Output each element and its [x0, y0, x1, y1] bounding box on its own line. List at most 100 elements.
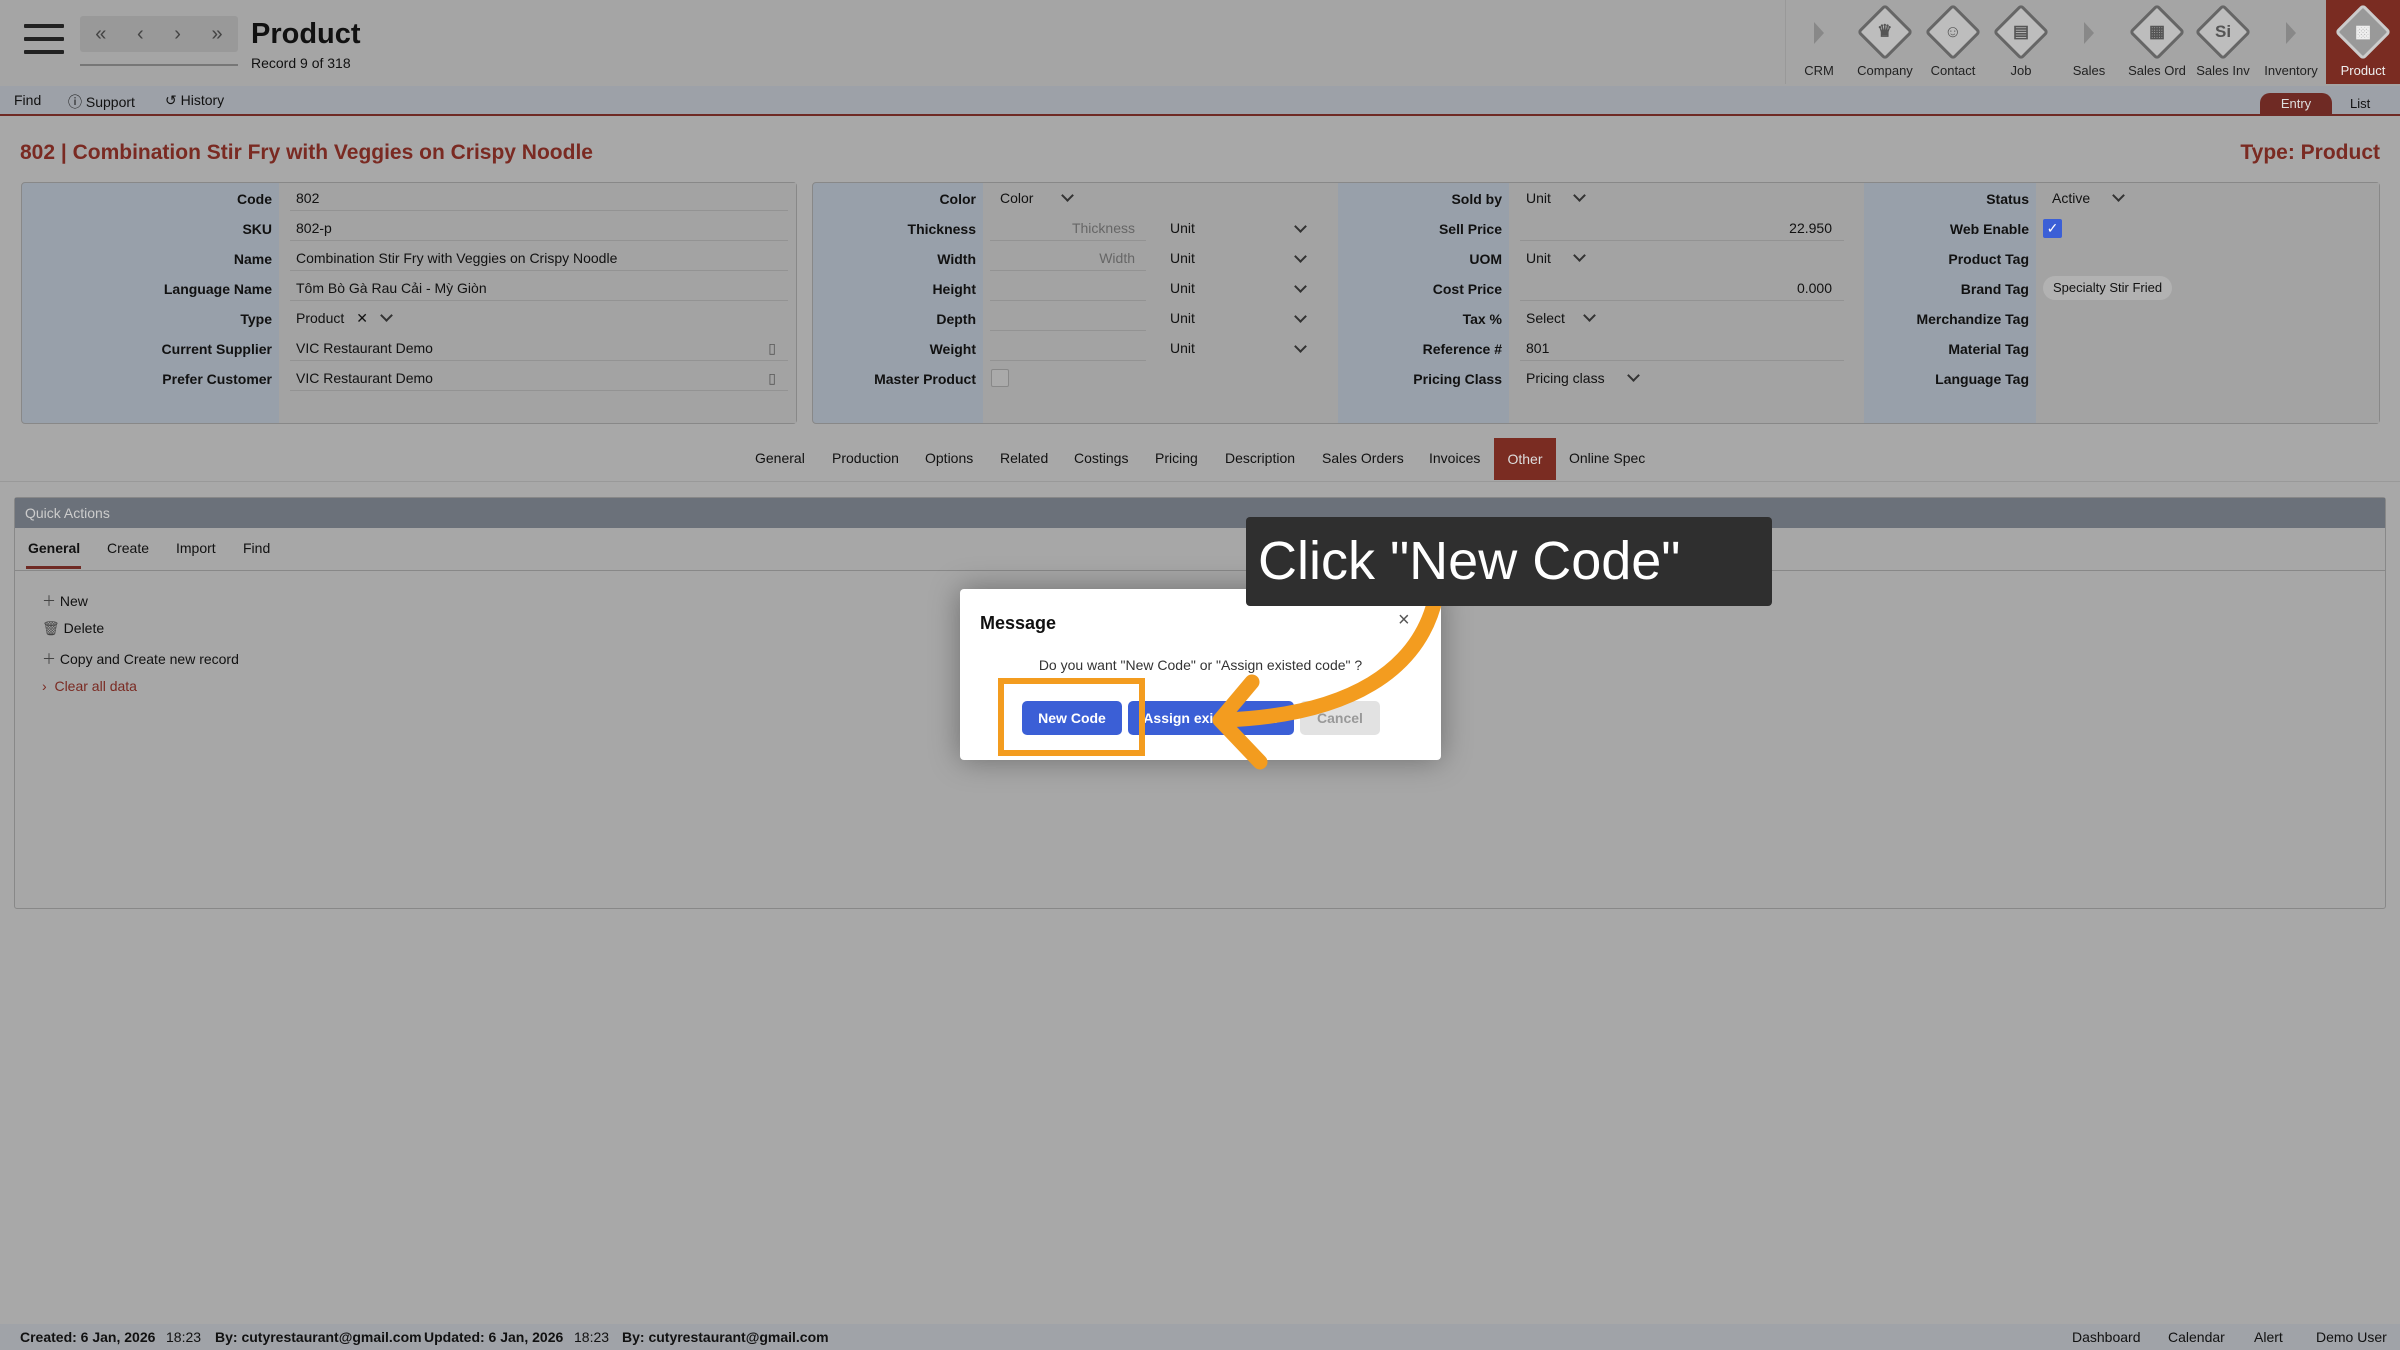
code-label: Code [237, 191, 272, 207]
updated-by: By: cutyrestaurant@gmail.com [622, 1329, 829, 1345]
record-navigation: « ‹ › » [80, 16, 238, 52]
tab-production[interactable]: Production [832, 450, 899, 466]
tab-related[interactable]: Related [1000, 450, 1048, 466]
tab-costings[interactable]: Costings [1074, 450, 1128, 466]
width-input[interactable]: Width [990, 250, 1135, 266]
brand-tag-chip[interactable]: Specialty Stir Fried [2043, 276, 2173, 300]
history-button[interactable]: ↺ History [165, 92, 224, 109]
qa-clear-all[interactable]: › Clear all data [42, 678, 137, 694]
module-inventory[interactable]: Inventory [2258, 0, 2324, 84]
chevron-down-icon [380, 309, 393, 322]
brand-tag-label: Brand Tag [1960, 281, 2029, 297]
alert-link[interactable]: Alert [2254, 1324, 2283, 1350]
updated-date: Updated: 6 Jan, 2026 [424, 1329, 564, 1345]
qa-delete[interactable]: 🗑 Delete [42, 620, 104, 637]
width-label: Width [937, 251, 976, 267]
check-icon: ✓ [2046, 220, 2059, 236]
tab-list[interactable]: List [2350, 93, 2370, 115]
module-sales[interactable]: Sales [2056, 0, 2122, 84]
tab-pricing[interactable]: Pricing [1155, 450, 1198, 466]
support-button[interactable]: ⓘ Support [68, 92, 135, 112]
sku-label: SKU [242, 221, 272, 237]
tax-label: Tax % [1462, 311, 1502, 327]
module-crm[interactable]: CRM [1786, 0, 1852, 84]
height-unit-select[interactable]: Unit [1170, 280, 1307, 296]
calendar-link[interactable]: Calendar [2168, 1324, 2225, 1350]
panel-tags-values [2036, 183, 2379, 423]
current-supplier-field[interactable]: VIC Restaurant Demo ▯ [296, 340, 776, 356]
prefer-customer-field[interactable]: VIC Restaurant Demo ▯ [296, 370, 776, 386]
product-icon: ▩ [2334, 3, 2392, 61]
lookup-icon[interactable]: ▯ [768, 370, 776, 387]
qa-tab-import[interactable]: Import [176, 540, 216, 556]
updated-time: 18:23 [574, 1329, 610, 1345]
prev-record-button[interactable]: ‹ [137, 23, 144, 46]
name-field[interactable]: Combination Stir Fry with Veggies on Cri… [296, 250, 617, 266]
tab-invoices[interactable]: Invoices [1429, 450, 1480, 466]
module-contact[interactable]: ☺ Contact [1920, 0, 1986, 84]
uom-label: UOM [1469, 251, 1502, 267]
first-record-button[interactable]: « [95, 23, 106, 46]
module-sales-ord[interactable]: ▦ Sales Ord [2124, 0, 2190, 84]
thickness-unit-select[interactable]: Unit [1170, 220, 1307, 236]
tab-online-spec[interactable]: Online Spec [1569, 450, 1645, 466]
tab-sales-orders[interactable]: Sales Orders [1322, 450, 1404, 466]
arrow-right-icon [1814, 22, 1824, 44]
module-job[interactable]: ▤ Job [1988, 0, 2054, 84]
sku-field[interactable]: 802-p [296, 220, 332, 236]
tab-description[interactable]: Description [1225, 450, 1295, 466]
qa-copy-create[interactable]: ＋ Copy and Create new record [42, 649, 239, 669]
master-product-checkbox[interactable] [991, 369, 1009, 387]
tax-select[interactable]: Select [1526, 309, 1596, 326]
tab-other[interactable]: Other [1494, 438, 1556, 480]
web-enable-checkbox[interactable]: ✓ [2043, 219, 2062, 238]
tab-options[interactable]: Options [925, 450, 973, 466]
tab-entry[interactable]: Entry [2260, 93, 2332, 115]
module-label: Inventory [2264, 63, 2318, 78]
pricing-class-select[interactable]: Pricing class [1526, 369, 1640, 386]
language-name-field[interactable]: Tôm Bò Gà Rau Cải - Mỳ Giòn [296, 280, 487, 296]
chevron-right-icon: › [42, 678, 55, 694]
status-label: Status [1986, 191, 2029, 207]
code-field[interactable]: 802 [296, 190, 319, 206]
type-select[interactable]: Product ✕ [296, 309, 393, 327]
qa-tab-create[interactable]: Create [107, 540, 149, 556]
qa-new[interactable]: ＋ New [42, 591, 88, 611]
color-select[interactable]: Color [1000, 189, 1075, 206]
created-time: 18:23 [166, 1329, 202, 1345]
weight-unit-select[interactable]: Unit [1170, 340, 1307, 356]
status-select[interactable]: Active [2052, 189, 2125, 206]
sold-by-label: Sold by [1451, 191, 1502, 207]
depth-unit-select[interactable]: Unit [1170, 310, 1307, 326]
tab-general[interactable]: General [755, 450, 805, 466]
toolbar [0, 86, 2400, 116]
sold-by-select[interactable]: Unit [1526, 189, 1586, 206]
module-sales-inv[interactable]: Si Sales Inv [2190, 0, 2256, 84]
clear-icon[interactable]: ✕ [356, 310, 368, 326]
cost-price-field[interactable]: 0.000 [1520, 280, 1832, 296]
dashboard-link[interactable]: Dashboard [2072, 1324, 2141, 1350]
reference-field[interactable]: 801 [1526, 340, 1549, 356]
chevron-down-icon [1061, 189, 1075, 202]
name-label: Name [233, 251, 272, 267]
uom-select[interactable]: Unit [1526, 249, 1586, 266]
job-icon: ▤ [1992, 3, 2050, 61]
module-label: Product [2340, 63, 2386, 78]
qa-tab-general[interactable]: General [28, 540, 80, 556]
find-button[interactable]: Find [14, 92, 41, 108]
next-record-button[interactable]: › [174, 23, 181, 46]
module-label: Sales Ord [2128, 63, 2186, 78]
lookup-icon[interactable]: ▯ [768, 340, 776, 357]
plus-icon: ＋ [42, 651, 60, 667]
module-company[interactable]: ♛ Company [1852, 0, 1918, 84]
qa-tab-find[interactable]: Find [243, 540, 270, 556]
width-unit-select[interactable]: Unit [1170, 250, 1307, 266]
sell-price-field[interactable]: 22.950 [1520, 220, 1832, 236]
chevron-down-icon [1294, 310, 1307, 323]
user-menu[interactable]: Demo User [2316, 1324, 2387, 1350]
module-product[interactable]: ▩ Product [2326, 0, 2400, 84]
thickness-input[interactable]: Thickness [990, 220, 1135, 236]
hamburger-menu-icon[interactable] [24, 24, 64, 54]
last-record-button[interactable]: » [212, 23, 223, 46]
material-tag-label: Material Tag [1948, 341, 2029, 357]
